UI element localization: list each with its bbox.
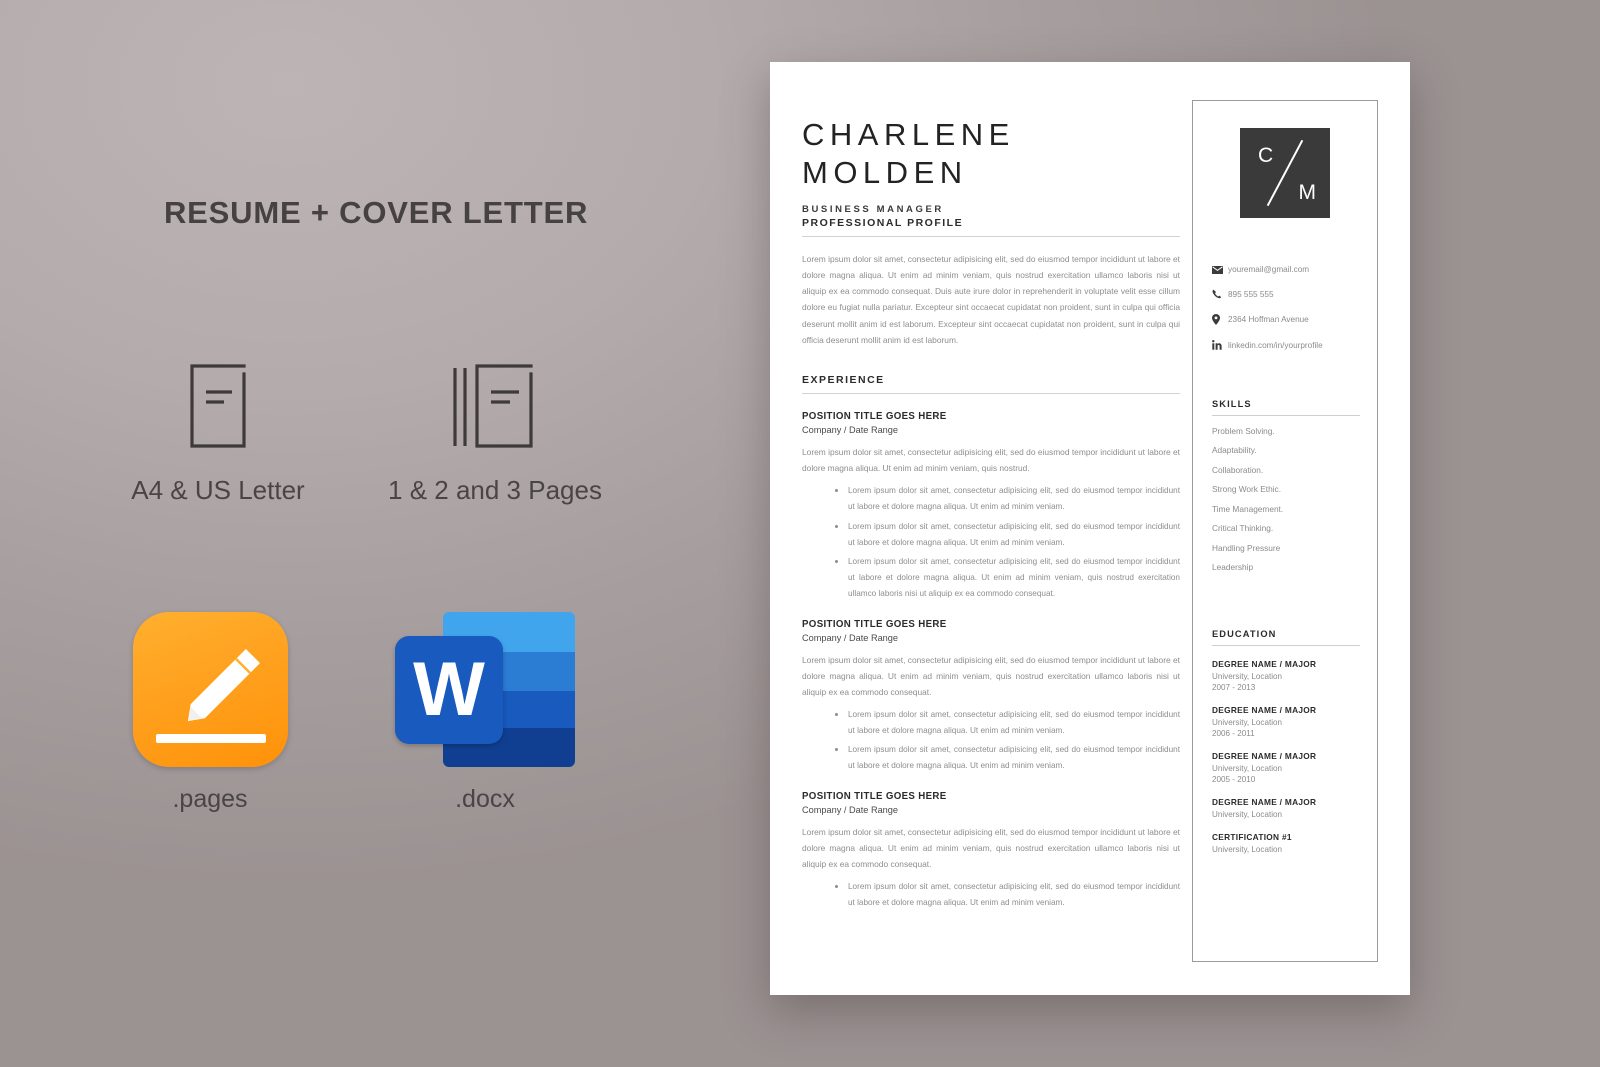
job-bullet: Lorem ipsum dolor sit amet, consectetur … bbox=[835, 554, 1180, 601]
job-title: POSITION TITLE GOES HERE bbox=[802, 790, 947, 802]
envelope-icon bbox=[1212, 265, 1228, 274]
contact-list: youremail@gmail.com 895 555 555 2364 Hof… bbox=[1212, 265, 1372, 365]
section-skills: SKILLS Problem Solving. Adaptability. Co… bbox=[1212, 399, 1360, 572]
job-role: BUSINESS MANAGER bbox=[802, 203, 944, 215]
monogram-initial-top: C bbox=[1258, 144, 1274, 167]
job-meta: Company / Date Range bbox=[802, 632, 899, 643]
job-meta: Company / Date Range bbox=[802, 804, 899, 815]
education-degree: DEGREE NAME / MAJOR bbox=[1212, 751, 1317, 761]
contact-row-linkedin: linkedin.com/in/yourprofile bbox=[1212, 340, 1372, 350]
promo-mockup-canvas: RESUME + COVER LETTER A4 & US Letter 1 &… bbox=[0, 0, 1600, 1067]
skill-item: Time Management. bbox=[1212, 503, 1284, 514]
job-bullets: Lorem ipsum dolor sit amet, consectetur … bbox=[802, 483, 1180, 601]
education-item: DEGREE NAME / MAJOR University, Location… bbox=[1212, 705, 1360, 738]
skill-item: Strong Work Ethic. bbox=[1212, 484, 1282, 494]
section-education: EDUCATION DEGREE NAME / MAJOR University… bbox=[1212, 629, 1360, 854]
education-item: CERTIFICATION #1 University, Location bbox=[1212, 832, 1360, 854]
education-university: University, Location bbox=[1212, 672, 1283, 681]
job-description: Lorem ipsum dolor sit amet, consectetur … bbox=[802, 447, 1180, 474]
education-degree: DEGREE NAME / MAJOR bbox=[1212, 797, 1317, 807]
pages-baseline bbox=[155, 734, 266, 743]
section-heading: EDUCATION bbox=[1212, 629, 1360, 646]
job-bullet: Lorem ipsum dolor sit amet, consectetur … bbox=[835, 879, 1180, 911]
linkedin-icon bbox=[1212, 340, 1228, 350]
job-bullets: Lorem ipsum dolor sit amet, consectetur … bbox=[802, 879, 1180, 911]
skill-item: Problem Solving. bbox=[1212, 425, 1275, 436]
section-heading: EXPERIENCE bbox=[802, 374, 1180, 394]
feature-label: A4 & US Letter bbox=[131, 475, 305, 505]
job-meta: Company / Date Range bbox=[802, 425, 899, 435]
skill-item: Collaboration. bbox=[1212, 464, 1264, 475]
contact-row-email: youremail@gmail.com bbox=[1212, 265, 1372, 274]
app-label: .pages bbox=[172, 785, 248, 813]
education-degree: DEGREE NAME / MAJOR bbox=[1212, 659, 1317, 669]
job-bullet: Lorem ipsum dolor sit amet, consectetur … bbox=[835, 519, 1180, 551]
education-degree: DEGREE NAME / MAJOR bbox=[1212, 705, 1317, 715]
education-years: 2006 - 2011 bbox=[1212, 729, 1255, 738]
education-university: University, Location bbox=[1212, 764, 1283, 773]
education-item: DEGREE NAME / MAJOR University, Location… bbox=[1212, 659, 1360, 692]
job-bullet: Lorem ipsum dolor sit amet, consectetur … bbox=[835, 707, 1180, 739]
education-years: 2005 - 2010 bbox=[1212, 775, 1256, 784]
skill-item: Adaptability. bbox=[1212, 445, 1257, 455]
job-title: POSITION TITLE GOES HERE bbox=[802, 411, 947, 422]
education-university: University, Location bbox=[1212, 810, 1283, 819]
phone-icon bbox=[1212, 289, 1228, 299]
app-label: .docx bbox=[455, 785, 515, 813]
single-document-icon bbox=[118, 358, 318, 453]
experience-item: POSITION TITLE GOES HERE Company / Date … bbox=[802, 791, 1180, 911]
contact-email: youremail@gmail.com bbox=[1228, 265, 1310, 274]
education-item: DEGREE NAME / MAJOR University, Location… bbox=[1212, 751, 1360, 784]
education-years: 2007 - 2013 bbox=[1212, 683, 1256, 692]
first-name: CHARLENE bbox=[802, 117, 1015, 152]
name-block: CHARLENE MOLDEN BUSINESS MANAGER bbox=[802, 116, 1132, 215]
job-bullet: Lorem ipsum dolor sit amet, consectetur … bbox=[835, 742, 1180, 774]
education-item: DEGREE NAME / MAJOR University, Location bbox=[1212, 797, 1360, 819]
profile-text: Lorem ipsum dolor sit amet, consectetur … bbox=[802, 254, 1180, 345]
last-name: MOLDEN bbox=[802, 154, 968, 190]
monogram-initial-bottom: M bbox=[1298, 181, 1317, 204]
job-bullet: Lorem ipsum dolor sit amet, consectetur … bbox=[835, 483, 1180, 515]
contact-row-phone: 895 555 555 bbox=[1212, 289, 1372, 299]
contact-phone: 895 555 555 bbox=[1228, 289, 1274, 299]
resume-page: CHARLENE MOLDEN BUSINESS MANAGER PROFESS… bbox=[770, 62, 1410, 995]
job-description: Lorem ipsum dolor sit amet, consectetur … bbox=[802, 654, 1180, 697]
feature-pages: 1 & 2 and 3 Pages bbox=[380, 358, 610, 506]
feature-label: 1 & 2 and 3 Pages bbox=[388, 475, 602, 505]
education-degree: CERTIFICATION #1 bbox=[1212, 832, 1292, 842]
skill-item: Handling Pressure bbox=[1212, 542, 1281, 553]
resume-sidebar: C M youremail@gmail.com 895 555 555 2364… bbox=[1192, 100, 1378, 962]
contact-linkedin: linkedin.com/in/yourprofile bbox=[1228, 340, 1323, 350]
page-title: RESUME + COVER LETTER bbox=[164, 195, 589, 230]
section-heading: PROFESSIONAL PROFILE bbox=[802, 217, 1180, 237]
skill-item: Critical Thinking. bbox=[1212, 523, 1274, 533]
multiple-documents-icon bbox=[380, 358, 610, 453]
promo-panel: RESUME + COVER LETTER A4 & US Letter 1 &… bbox=[0, 0, 770, 1067]
section-professional-profile: PROFESSIONAL PROFILE Lorem ipsum dolor s… bbox=[802, 217, 1180, 348]
contact-address: 2364 Hoffman Avenue bbox=[1228, 315, 1309, 324]
feature-format: A4 & US Letter bbox=[118, 358, 318, 506]
job-title: POSITION TITLE GOES HERE bbox=[802, 618, 947, 630]
map-pin-icon bbox=[1212, 314, 1228, 325]
microsoft-word-icon: W bbox=[395, 612, 575, 767]
experience-item: POSITION TITLE GOES HERE Company / Date … bbox=[802, 411, 1180, 602]
apple-pages-icon bbox=[132, 612, 288, 767]
section-heading: SKILLS bbox=[1212, 399, 1360, 416]
job-bullets: Lorem ipsum dolor sit amet, consectetur … bbox=[802, 707, 1180, 774]
app-docx: W .docx bbox=[390, 612, 580, 814]
experience-item: POSITION TITLE GOES HERE Company / Date … bbox=[802, 619, 1180, 774]
job-description: Lorem ipsum dolor sit amet, consectetur … bbox=[802, 826, 1180, 870]
app-pages: .pages bbox=[120, 612, 300, 814]
education-university: University, Location bbox=[1212, 845, 1283, 854]
monogram-logo: C M bbox=[1240, 128, 1330, 218]
education-university: University, Location bbox=[1212, 718, 1283, 727]
skill-item: Leadership bbox=[1212, 562, 1254, 572]
word-letter-tile: W bbox=[395, 636, 503, 744]
contact-row-address: 2364 Hoffman Avenue bbox=[1212, 314, 1372, 325]
section-experience: EXPERIENCE POSITION TITLE GOES HERE Comp… bbox=[802, 374, 1180, 915]
